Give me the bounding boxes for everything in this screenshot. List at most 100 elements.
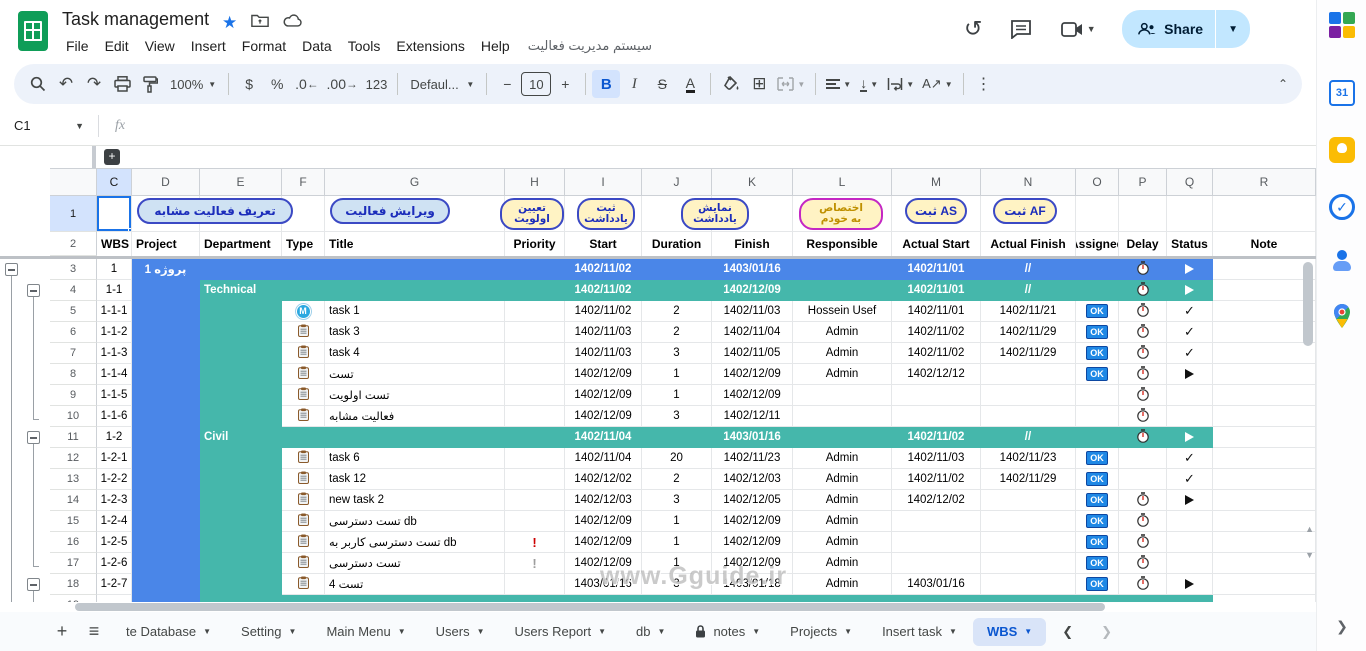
cell-H18[interactable] xyxy=(505,574,565,595)
cell-O14[interactable]: OK xyxy=(1076,490,1119,511)
cell-F10[interactable] xyxy=(282,406,325,427)
cell-J18[interactable]: 3 xyxy=(642,574,712,595)
cell-I12[interactable]: 1402/11/04 xyxy=(565,448,642,469)
cell-H9[interactable] xyxy=(505,385,565,406)
cell-J5[interactable]: 2 xyxy=(642,301,712,322)
field-header-type[interactable]: Type xyxy=(282,232,325,256)
cell-O19[interactable] xyxy=(1076,595,1119,602)
borders-icon[interactable]: ⊞ xyxy=(745,70,773,98)
cell-G9[interactable]: تست اولویت xyxy=(325,385,505,406)
italic-button[interactable]: I xyxy=(620,70,648,98)
increase-decimals-button[interactable]: .00→ xyxy=(323,70,362,98)
redo-icon[interactable]: ↷ xyxy=(80,70,108,98)
more-options-icon[interactable]: ⋮ xyxy=(970,70,998,98)
cell-M19[interactable] xyxy=(892,595,981,602)
expand-hidden-columns-button[interactable]: + xyxy=(104,149,120,165)
cell-N16[interactable] xyxy=(981,532,1076,553)
row-header-14[interactable]: 14 xyxy=(50,490,97,511)
cell-P18[interactable] xyxy=(1119,574,1167,595)
cell-E6[interactable] xyxy=(200,322,282,343)
cell-R4[interactable] xyxy=(1213,280,1316,301)
cell-H3[interactable] xyxy=(505,259,565,280)
cell-H13[interactable] xyxy=(505,469,565,490)
cell-K13[interactable]: 1402/12/03 xyxy=(712,469,793,490)
cell-D19[interactable] xyxy=(132,595,200,602)
cell-H11[interactable] xyxy=(505,427,565,448)
cell-P8[interactable] xyxy=(1119,364,1167,385)
cell-G7[interactable]: task 4 xyxy=(325,343,505,364)
cell-Q16[interactable] xyxy=(1167,532,1213,553)
cell-K6[interactable]: 1402/11/04 xyxy=(712,322,793,343)
cell-I6[interactable]: 1402/11/03 xyxy=(565,322,642,343)
col-header-J[interactable]: J xyxy=(642,168,712,196)
cell-N10[interactable] xyxy=(981,406,1076,427)
cell-K12[interactable]: 1402/11/23 xyxy=(712,448,793,469)
cell-L6[interactable]: Admin xyxy=(793,322,892,343)
cell-O3[interactable] xyxy=(1076,259,1119,280)
meet-video-icon[interactable]: ▼ xyxy=(1056,16,1100,42)
cell-E15[interactable] xyxy=(200,511,282,532)
undo-icon[interactable]: ↶ xyxy=(52,70,80,98)
cell-M4[interactable]: 1402/11/01 xyxy=(892,280,981,301)
cell-C4[interactable]: 1-1 xyxy=(97,280,132,301)
cell-F8[interactable] xyxy=(282,364,325,385)
cell-E12[interactable] xyxy=(200,448,282,469)
row-header-6[interactable]: 6 xyxy=(50,322,97,343)
action-button-show-note[interactable]: نمایشیادداشت xyxy=(681,198,749,230)
cell-P5[interactable] xyxy=(1119,301,1167,322)
cell-I7[interactable]: 1402/11/03 xyxy=(565,343,642,364)
cell-F13[interactable] xyxy=(282,469,325,490)
menu-data[interactable]: Data xyxy=(294,36,340,56)
col-header-H[interactable]: H xyxy=(505,168,565,196)
cell-H15[interactable] xyxy=(505,511,565,532)
cell-P19[interactable] xyxy=(1119,595,1167,602)
search-icon[interactable] xyxy=(24,70,52,98)
cell-C15[interactable]: 1-2-4 xyxy=(97,511,132,532)
cell-R7[interactable] xyxy=(1213,343,1316,364)
row-header-8[interactable]: 8 xyxy=(50,364,97,385)
cell-L5[interactable]: Hossein Usef xyxy=(793,301,892,322)
cell-F19[interactable] xyxy=(282,595,325,602)
cell-R15[interactable] xyxy=(1213,511,1316,532)
cell-C1[interactable] xyxy=(97,196,132,232)
cell-G12[interactable]: task 6 xyxy=(325,448,505,469)
cell-L15[interactable]: Admin xyxy=(793,511,892,532)
cell-K14[interactable]: 1402/12/05 xyxy=(712,490,793,511)
cell-D17[interactable] xyxy=(132,553,200,574)
cell-P1[interactable] xyxy=(1119,196,1167,232)
cell-I17[interactable]: 1402/12/09 xyxy=(565,553,642,574)
cell-I14[interactable]: 1402/12/03 xyxy=(565,490,642,511)
cell-I16[interactable]: 1402/12/09 xyxy=(565,532,642,553)
cell-Q19[interactable] xyxy=(1167,595,1213,602)
cell-N5[interactable]: 1402/11/21 xyxy=(981,301,1076,322)
sheet-tab-insert-task[interactable]: Insert task▼ xyxy=(868,618,971,646)
cell-R13[interactable] xyxy=(1213,469,1316,490)
increase-font-size-button[interactable]: + xyxy=(551,70,579,98)
cell-K9[interactable]: 1402/12/09 xyxy=(712,385,793,406)
cell-M3[interactable]: 1402/11/01 xyxy=(892,259,981,280)
cell-J4[interactable] xyxy=(642,280,712,301)
format-percent-button[interactable]: % xyxy=(263,70,291,98)
sheet-tab-wbs[interactable]: WBS▼ xyxy=(973,618,1046,646)
row-header-1[interactable]: 1 xyxy=(50,196,97,232)
cell-J10[interactable]: 3 xyxy=(642,406,712,427)
cell-E9[interactable] xyxy=(200,385,282,406)
cell-P10[interactable] xyxy=(1119,406,1167,427)
col-header-C[interactable]: C xyxy=(97,168,132,196)
hide-toolbar-icon[interactable]: ⌃ xyxy=(1278,77,1288,91)
action-button-define-similar-activity[interactable]: تعریف فعالیت مشابه xyxy=(137,198,293,224)
cell-P15[interactable] xyxy=(1119,511,1167,532)
cell-R3[interactable] xyxy=(1213,259,1316,280)
cell-F4[interactable] xyxy=(282,280,325,301)
cell-Q8[interactable] xyxy=(1167,364,1213,385)
document-title[interactable]: Task management xyxy=(62,9,209,30)
cell-J13[interactable]: 2 xyxy=(642,469,712,490)
contacts-icon[interactable] xyxy=(1317,250,1366,272)
field-header-delay[interactable]: Delay xyxy=(1119,232,1167,256)
field-header-status[interactable]: Status xyxy=(1167,232,1213,256)
cell-J17[interactable]: 1 xyxy=(642,553,712,574)
col-header-F[interactable]: F xyxy=(282,168,325,196)
row-header-17[interactable]: 17 xyxy=(50,553,97,574)
cell-E11[interactable]: Civil xyxy=(200,427,282,448)
cell-D13[interactable] xyxy=(132,469,200,490)
